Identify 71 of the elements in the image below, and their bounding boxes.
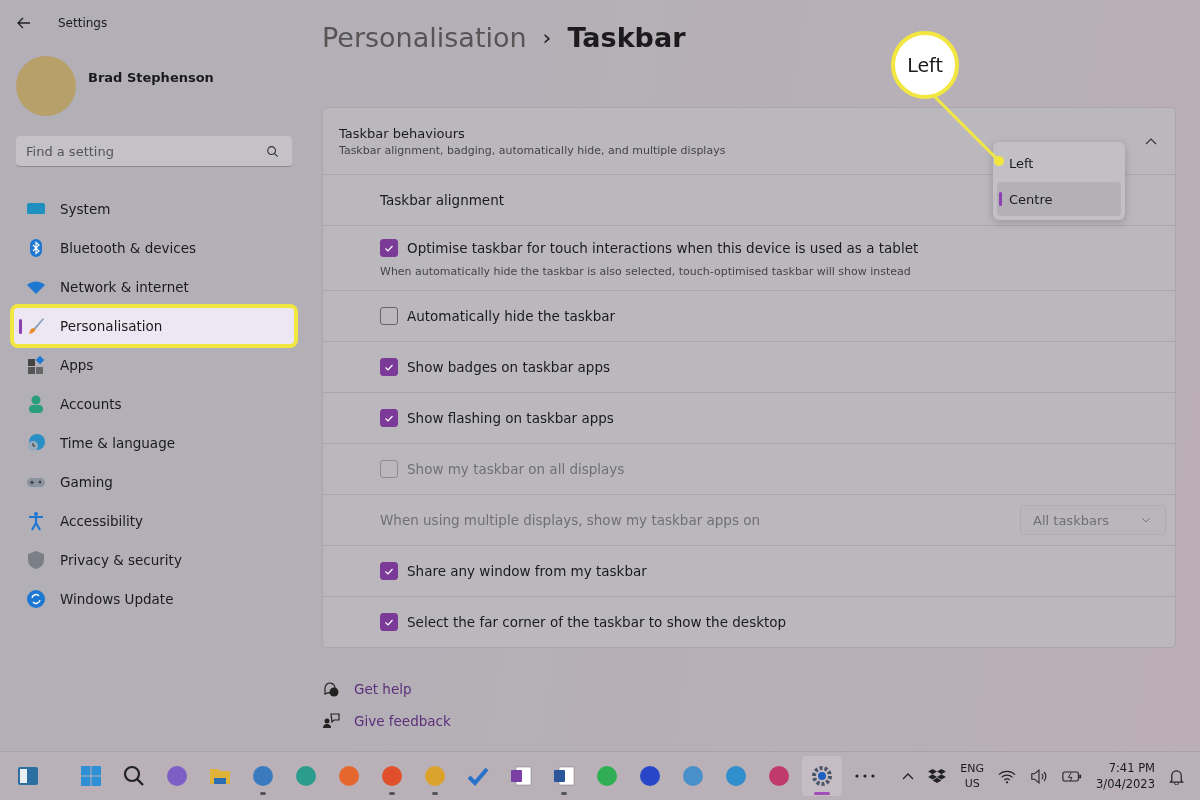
running-indicator (561, 792, 567, 795)
gear-icon (810, 764, 834, 788)
nav-item[interactable]: Accounts (14, 386, 294, 422)
clock-icon (26, 433, 46, 453)
person-icon (26, 394, 46, 414)
running-indicator (814, 792, 830, 795)
taskbar-button[interactable] (802, 756, 842, 796)
checkbox[interactable] (380, 409, 398, 427)
speaker-icon[interactable] (1030, 768, 1049, 784)
checkbox[interactable] (380, 307, 398, 325)
help-link[interactable]: Get help (354, 681, 412, 697)
start-icon (79, 764, 103, 788)
help-icon (322, 680, 340, 698)
callout-bubble: Left (891, 31, 959, 99)
section-subtitle: Taskbar alignment, badging, automatically hide, and multiple displays (339, 143, 726, 157)
page-title: Taskbar (567, 21, 686, 53)
bell-icon[interactable] (1169, 767, 1184, 785)
language-indicator[interactable]: ENG US (960, 761, 985, 791)
window-title: Settings (58, 16, 108, 30)
avatar-placeholder (16, 56, 76, 116)
nav-item[interactable]: Gaming (14, 464, 294, 500)
section-title: Taskbar behaviours (339, 125, 466, 141)
update-icon (26, 589, 46, 609)
checkbox-label: Show flashing on taskbar apps (407, 410, 614, 426)
user-name: Brad Stephenson (88, 69, 214, 85)
wifi-icon[interactable] (998, 768, 1017, 784)
widgets-icon (16, 764, 40, 788)
document-icon (552, 764, 576, 788)
back-arrow-icon[interactable] (16, 15, 32, 31)
chevron-down-icon (1141, 517, 1151, 523)
search-field[interactable]: Find a setting (16, 136, 292, 167)
battery-icon[interactable] (1062, 769, 1083, 783)
search-icon (122, 764, 146, 788)
nav-item[interactable]: Windows Update (14, 581, 294, 617)
help-link[interactable]: Give feedback (354, 713, 451, 729)
nav-item[interactable]: Time & language (14, 425, 294, 461)
feedback-icon (322, 712, 340, 730)
notebook-icon (509, 764, 533, 788)
more-icon (855, 774, 875, 778)
running-indicator (389, 792, 395, 795)
checkbox-label: Show my taskbar on all displays (407, 461, 625, 477)
nav-item[interactable]: Apps (14, 347, 294, 383)
checkbox[interactable] (380, 613, 398, 631)
setting-label: When using multiple displays, show my taskbar apps on (380, 512, 761, 528)
nav-item[interactable]: Bluetooth & devices (14, 230, 294, 266)
checkbox-label: Select the far corner of the taskbar to show the desktop (407, 614, 787, 630)
apps-icon (26, 355, 46, 375)
checkbox-label: Share any window from my taskbar (407, 563, 647, 579)
nav-item[interactable]: Privacy & security (14, 542, 294, 578)
nav-item[interactable]: Accessibility (14, 503, 294, 539)
checkbox-label: Optimise taskbar for touch interactions when this device is used as a tablet (407, 239, 919, 256)
box-icon[interactable] (928, 768, 947, 784)
clock[interactable]: 7:41 PM 3/04/2023 (1096, 760, 1155, 792)
setting-label: Taskbar alignment (380, 192, 505, 208)
running-indicator (260, 792, 266, 795)
menu-option[interactable]: Centre (997, 182, 1121, 216)
checkbox[interactable] (380, 562, 398, 580)
accessibility-icon (26, 511, 46, 531)
running-indicator (432, 792, 438, 795)
chevron-up-icon[interactable] (902, 772, 915, 780)
shield-icon (26, 550, 46, 570)
search-icon (266, 145, 279, 158)
brush-icon (26, 316, 46, 336)
checkbox-label: Automatically hide the taskbar (407, 308, 616, 324)
breadcrumb-separator: › (542, 24, 552, 50)
nav-item[interactable]: Network & internet (14, 269, 294, 305)
checkbox[interactable] (380, 238, 398, 257)
nav-item[interactable]: System (14, 191, 294, 227)
setting-description: When automatically hide the taskbar is also selected, touch-optimised taskbar will show instead (380, 264, 912, 278)
checkbox[interactable] (380, 358, 398, 376)
checkbox-label: Show badges on taskbar apps (407, 359, 610, 375)
